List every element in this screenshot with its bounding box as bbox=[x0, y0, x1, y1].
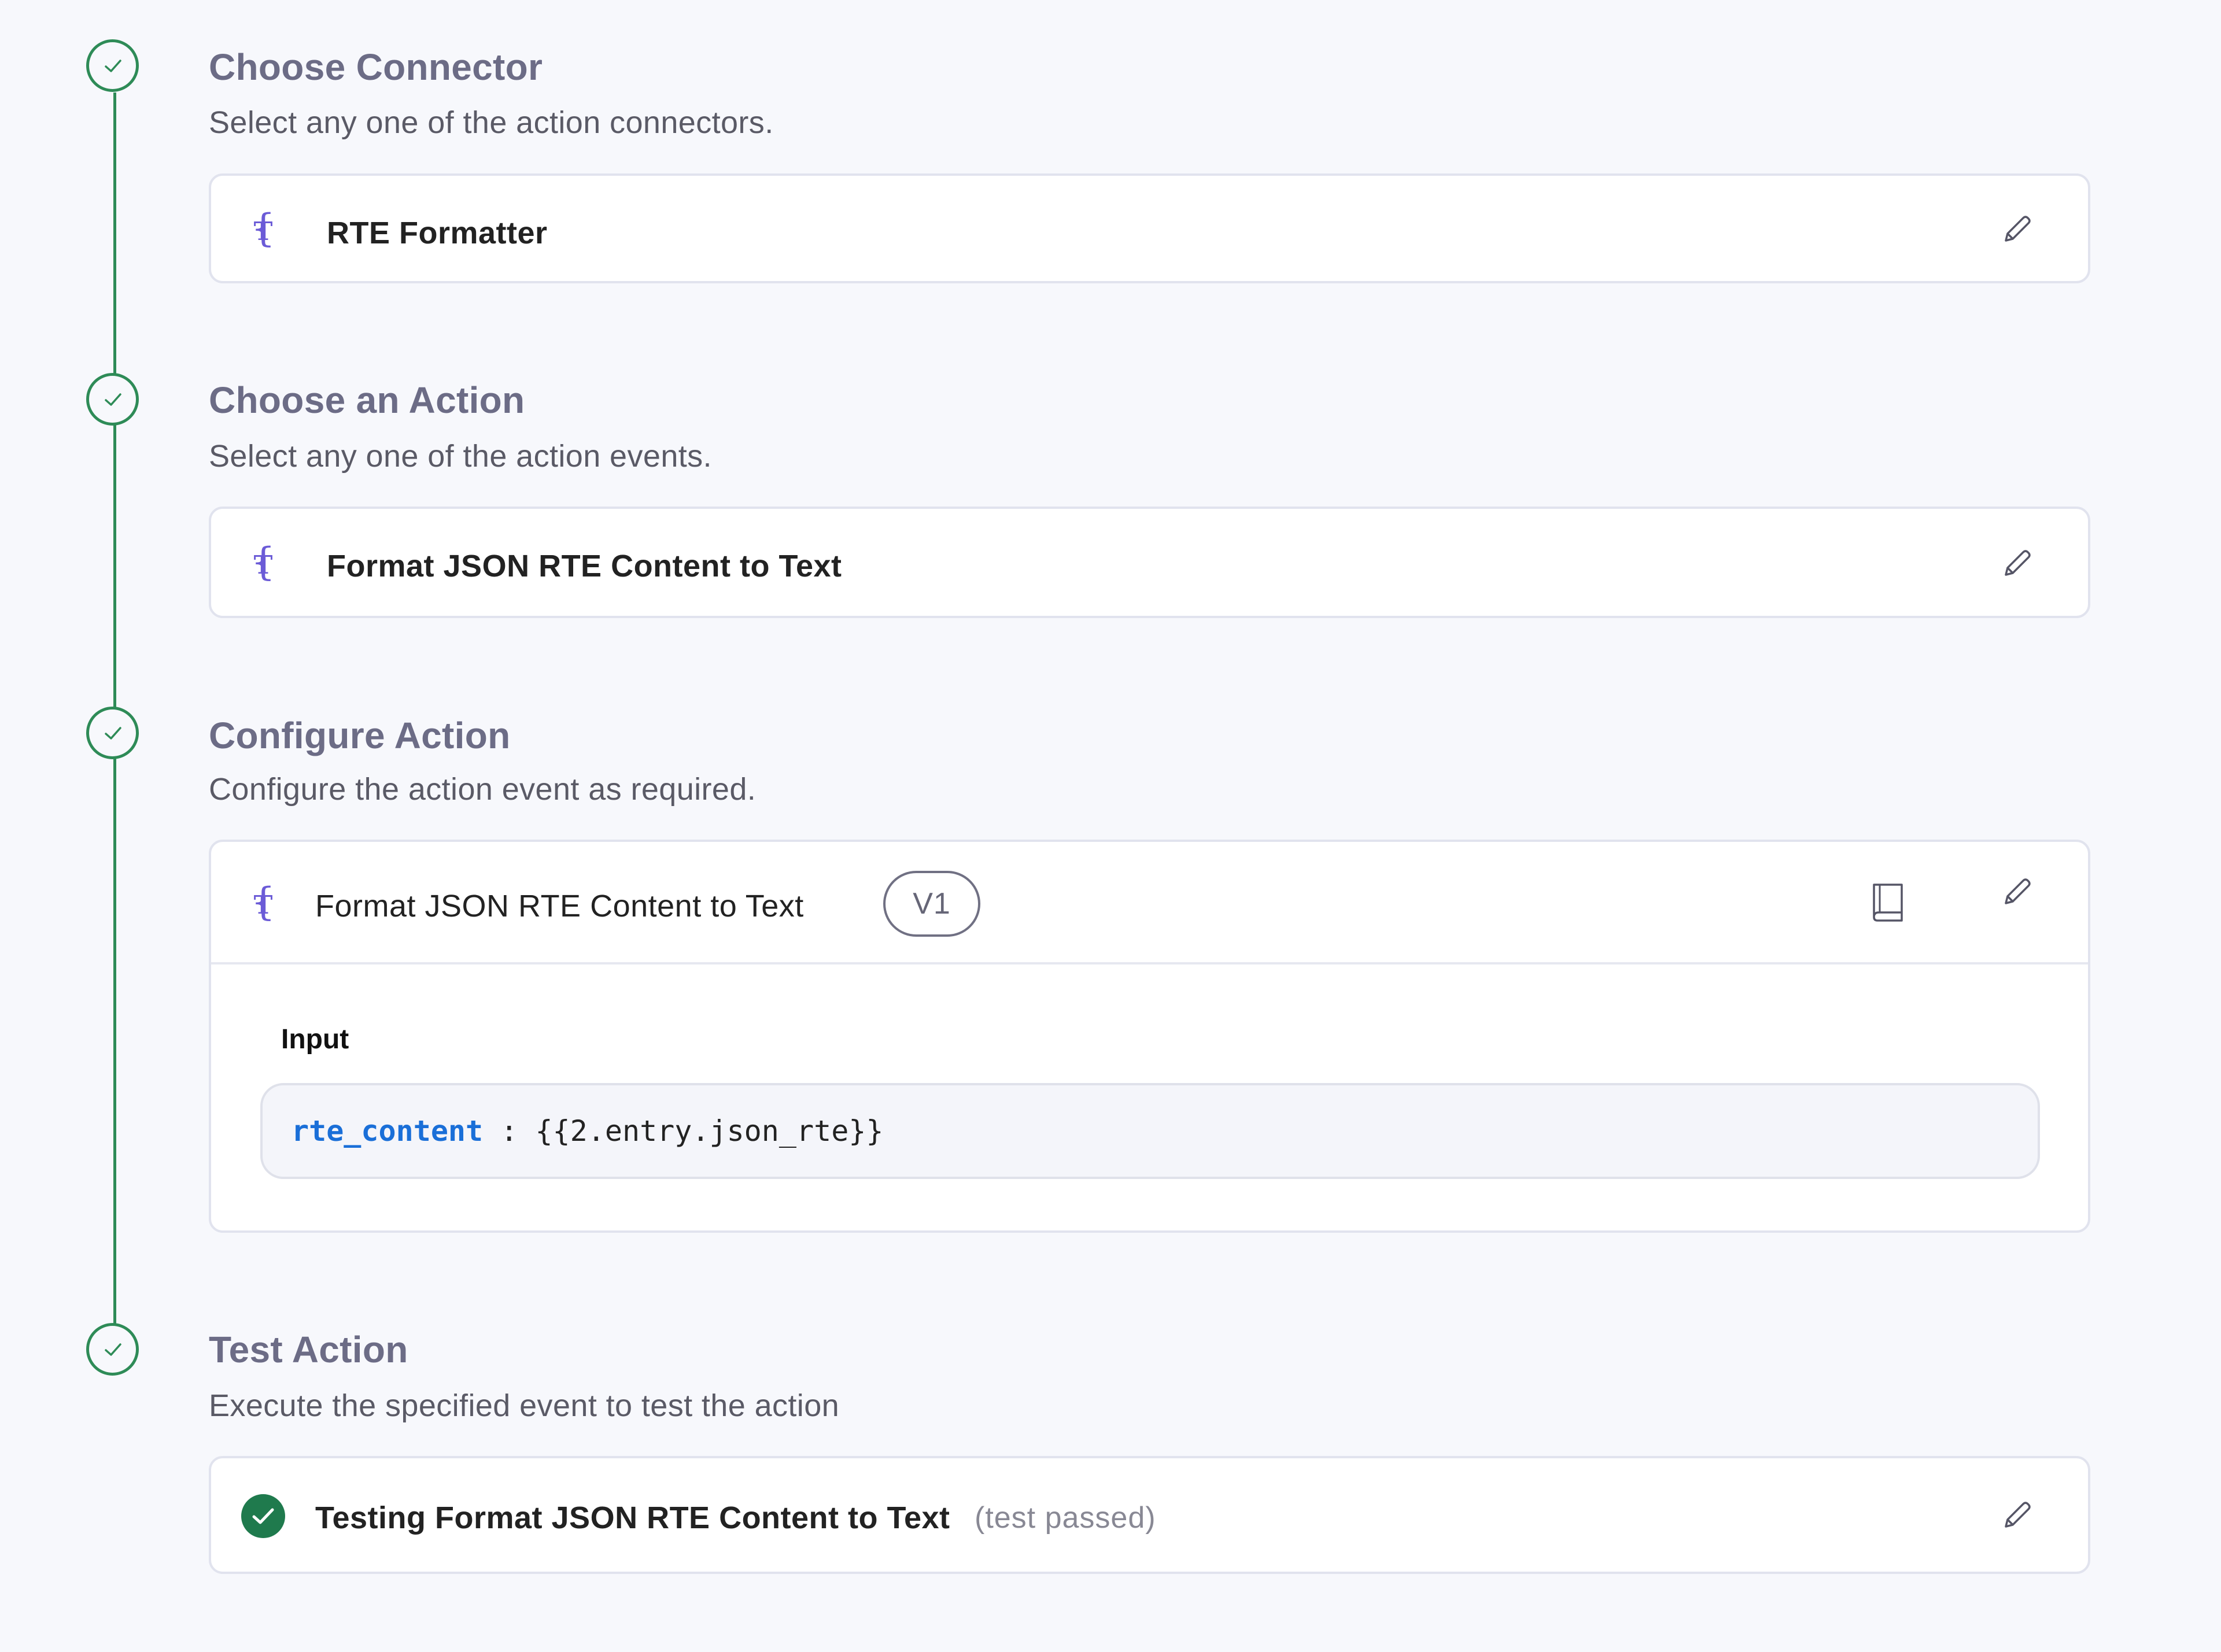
rte-formatter-icon: { T bbox=[251, 539, 275, 584]
pencil-icon[interactable] bbox=[1998, 545, 2036, 583]
rte-formatter-icon: { T bbox=[251, 206, 275, 250]
book-icon[interactable] bbox=[1868, 880, 1909, 924]
connector-name: RTE Formatter bbox=[327, 216, 548, 250]
step-4-subtitle: Execute the specified event to test the … bbox=[209, 1388, 840, 1423]
connector-card[interactable]: { T RTE Formatter bbox=[209, 173, 2090, 283]
test-name: Testing Format JSON RTE Content to Text bbox=[315, 1501, 950, 1535]
card-divider bbox=[211, 962, 2088, 964]
workflow-steps-panel: Choose Connector Select any one of the a… bbox=[0, 0, 2221, 1652]
rte-formatter-icon: { T bbox=[251, 879, 275, 924]
step-3-check-icon bbox=[86, 707, 139, 759]
step-3-title: Configure Action bbox=[209, 715, 511, 756]
test-status-note: (test passed) bbox=[975, 1501, 1156, 1535]
check-circle-filled-icon bbox=[241, 1494, 285, 1538]
step-2-subtitle: Select any one of the action events. bbox=[209, 439, 712, 474]
step-1-title: Choose Connector bbox=[209, 46, 543, 88]
input-separator: : bbox=[483, 1114, 536, 1148]
step-1-subtitle: Select any one of the action connectors. bbox=[209, 105, 774, 140]
step-2-check-icon bbox=[86, 373, 139, 426]
svg-text:T: T bbox=[254, 550, 273, 580]
svg-text:T: T bbox=[254, 217, 273, 246]
step-4-title: Test Action bbox=[209, 1329, 408, 1370]
configure-card: { T Format JSON RTE Content to Text V1 I… bbox=[209, 840, 2090, 1233]
pencil-icon[interactable] bbox=[1998, 210, 2036, 249]
input-key: rte_content bbox=[292, 1114, 484, 1148]
action-name: Format JSON RTE Content to Text bbox=[327, 549, 842, 583]
step-1-check-icon bbox=[86, 39, 139, 92]
action-card[interactable]: { T Format JSON RTE Content to Text bbox=[209, 507, 2090, 618]
svg-text:T: T bbox=[254, 890, 273, 920]
input-mapping-field[interactable]: rte_content : {{2.entry.json_rte}} bbox=[260, 1083, 2040, 1179]
input-value: {{2.entry.json_rte}} bbox=[535, 1114, 884, 1148]
pencil-icon[interactable] bbox=[1998, 1496, 2036, 1535]
step-2-title: Choose an Action bbox=[209, 379, 525, 421]
pencil-icon[interactable] bbox=[1998, 873, 2036, 911]
input-section-label: Input bbox=[281, 1024, 349, 1055]
step-3-subtitle: Configure the action event as required. bbox=[209, 772, 757, 807]
configure-action-name: Format JSON RTE Content to Text bbox=[315, 889, 804, 923]
version-badge: V1 bbox=[883, 871, 980, 937]
test-result-card[interactable]: Testing Format JSON RTE Content to Text … bbox=[209, 1456, 2090, 1574]
step-4-check-icon bbox=[86, 1323, 139, 1376]
